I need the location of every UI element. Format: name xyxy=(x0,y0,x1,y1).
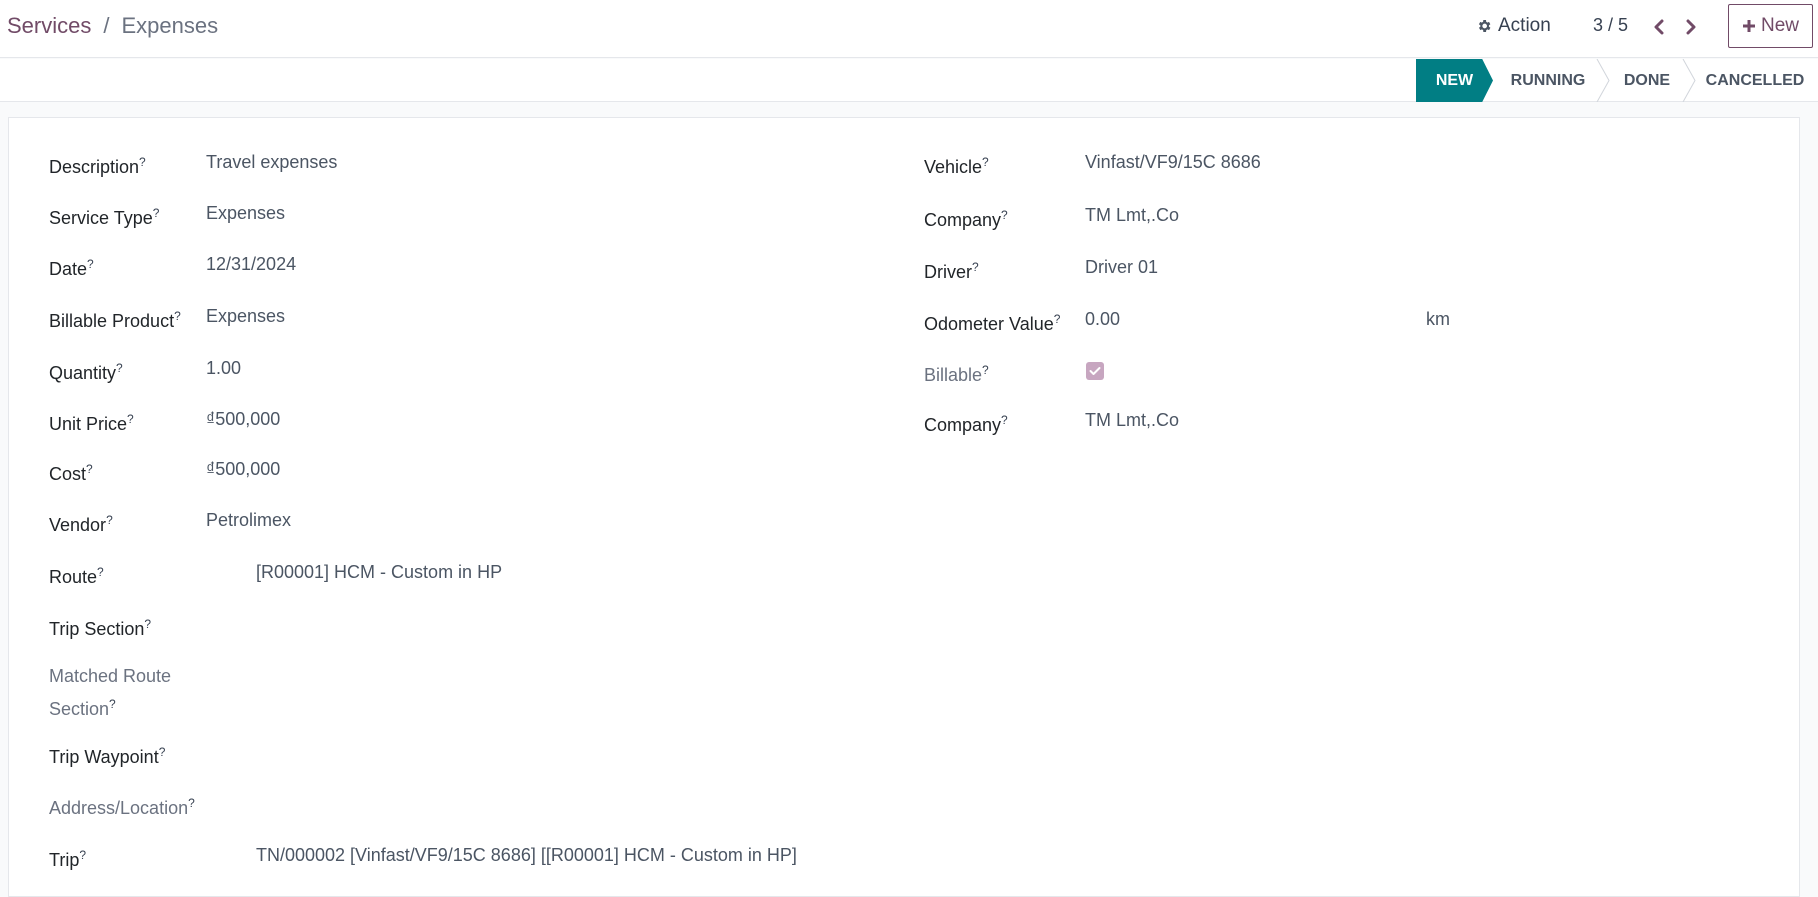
odometer-label: Odometer Value? xyxy=(924,312,1061,334)
driver-field[interactable]: Driver 01 xyxy=(1085,253,1158,281)
address-location-label: Address/Location? xyxy=(49,796,195,818)
service-type-field[interactable]: Expenses xyxy=(206,199,285,227)
breadcrumb-services-link[interactable]: Services xyxy=(7,13,91,39)
breadcrumb: Services / Expenses xyxy=(7,13,218,39)
plus-icon xyxy=(1742,20,1755,32)
matched-route-section-label: Matched Route Section? xyxy=(49,666,172,719)
billable-label: Billable? xyxy=(924,363,989,385)
status-stage-new[interactable]: NEW xyxy=(1416,59,1493,102)
gear-icon xyxy=(1478,20,1491,32)
checkmark-icon xyxy=(1089,367,1101,375)
billable-checkbox[interactable] xyxy=(1086,362,1104,380)
pager-value[interactable]: 3 / 5 xyxy=(1593,15,1628,36)
odometer-unit: km xyxy=(1426,309,1450,329)
company-secondary-label: Company? xyxy=(924,413,1008,435)
date-field[interactable]: 12/31/2024 xyxy=(206,250,296,278)
description-label: Description? xyxy=(49,155,146,177)
description-field[interactable]: Travel expenses xyxy=(206,148,337,176)
action-button[interactable]: Action xyxy=(1476,13,1551,39)
cost-field[interactable]: ₫500,000 xyxy=(206,455,280,483)
billable-product-label: Billable Product? xyxy=(49,309,181,331)
cost-label: Cost? xyxy=(49,462,93,484)
vehicle-label: Vehicle? xyxy=(924,155,989,177)
vehicle-field[interactable]: Vinfast/VF9/15C 8686 xyxy=(1085,148,1261,176)
status-bar: NEW RUNNING DONE CANCELLED xyxy=(0,59,1818,102)
trip-label: Trip? xyxy=(49,848,87,870)
form-sheet: Description? Travel expenses Service Typ… xyxy=(8,117,1800,897)
quantity-field[interactable]: 1.00 xyxy=(206,354,241,382)
breadcrumb-current: Expenses xyxy=(121,13,219,38)
company-secondary-field[interactable]: TM Lmt,.Co xyxy=(1085,406,1179,434)
status-stage-done[interactable]: DONE xyxy=(1612,59,1682,102)
trip-waypoint-label: Trip Waypoint? xyxy=(49,745,166,767)
billable-product-field[interactable]: Expenses xyxy=(206,302,285,330)
quantity-label: Quantity? xyxy=(49,361,123,383)
pager-next-button[interactable] xyxy=(1680,16,1702,38)
new-button-label: New xyxy=(1760,15,1799,36)
stage-separator-icon xyxy=(1682,59,1696,102)
new-button[interactable]: New xyxy=(1728,4,1813,48)
date-label: Date? xyxy=(49,257,94,279)
route-label: Route? xyxy=(49,565,104,587)
service-type-label: Service Type? xyxy=(49,206,160,228)
trip-field[interactable]: TN/000002 [Vinfast/VF9/15C 8686] [[R0000… xyxy=(256,841,797,869)
company-label: Company? xyxy=(924,208,1008,230)
unit-price-field[interactable]: ₫500,000 xyxy=(206,405,280,433)
company-field[interactable]: TM Lmt,.Co xyxy=(1085,201,1179,229)
route-field[interactable]: [R00001] HCM - Custom in HP xyxy=(256,558,502,586)
driver-label: Driver? xyxy=(924,260,979,282)
vendor-field[interactable]: Petrolimex xyxy=(206,506,291,534)
unit-price-label: Unit Price? xyxy=(49,412,134,434)
pager-previous-button[interactable] xyxy=(1648,16,1670,38)
status-stage-cancelled[interactable]: CANCELLED xyxy=(1700,59,1810,102)
status-stage-running[interactable]: RUNNING xyxy=(1500,59,1596,102)
control-panel: Services / Expenses Action 3 / 5 New xyxy=(0,0,1818,58)
stage-separator-icon xyxy=(1596,59,1610,102)
chevron-left-icon xyxy=(1654,19,1664,35)
trip-section-label: Trip Section? xyxy=(49,617,152,639)
chevron-right-icon xyxy=(1686,19,1696,35)
action-button-label: Action xyxy=(1498,15,1551,36)
breadcrumb-separator: / xyxy=(103,13,110,38)
odometer-field[interactable]: 0.00 xyxy=(1085,305,1120,333)
vendor-label: Vendor? xyxy=(49,513,113,535)
